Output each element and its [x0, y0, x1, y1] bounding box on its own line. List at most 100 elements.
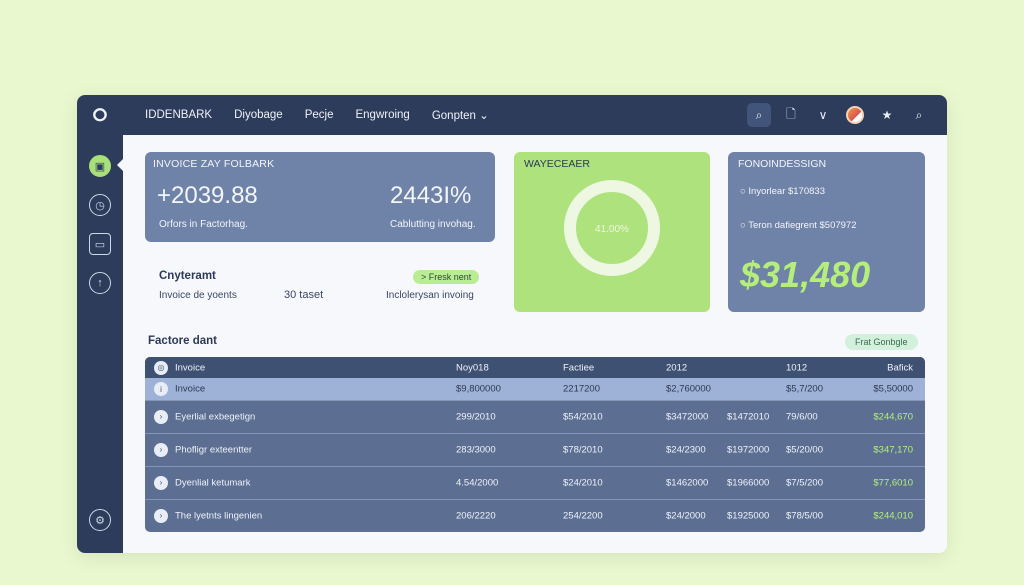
- table-cell: 2217200: [563, 383, 600, 395]
- inbox-icon[interactable]: ▭: [89, 233, 111, 255]
- table-cell: $7/5/200: [786, 477, 823, 488]
- column-header[interactable]: Bafick: [887, 362, 913, 373]
- table-cell: 254/2200: [563, 510, 603, 521]
- chevron-right-icon[interactable]: ›: [154, 508, 168, 523]
- big-value: $31,480: [740, 254, 871, 295]
- table-cell: 283/3000: [456, 444, 496, 455]
- info-strip: Cnyteramt > Fresk nent Invoice de yoents…: [159, 270, 489, 310]
- column-header[interactable]: 2012: [666, 362, 687, 373]
- invoice-table: ◎ Invoice Noy018 Factiee 2012 1012 Bafic…: [145, 357, 925, 532]
- upload-icon[interactable]: ↑: [89, 272, 111, 294]
- table-cell: $24/2000: [666, 510, 706, 521]
- design-row-2: ○ Teron dafiegrent $507972: [740, 220, 857, 231]
- table-cell: $77,6010: [873, 477, 913, 488]
- avatar: [846, 106, 864, 124]
- table-cell: $2,760000: [666, 383, 711, 395]
- invoice-summary-card: INVOICE ZAY FOLBARK +2039.88 2443I% Orfo…: [145, 152, 495, 242]
- top-bar: ⭘ IDDENBARK Diyobage Pecje Engwroing Gon…: [77, 95, 947, 135]
- table-cell: Eyerlial exbegetign: [175, 411, 256, 422]
- donut-label: 41.00%: [595, 224, 629, 235]
- table-row[interactable]: › Dyenlial ketumark 4.54/2000 $24/2010 $…: [145, 466, 925, 498]
- metric-label-2: Cablutting invohag.: [390, 219, 476, 230]
- info-heading: Cnyteramt: [159, 270, 216, 282]
- table-row[interactable]: › Eyerlial exbegetign 299/2010 $54/2010 …: [145, 400, 925, 432]
- table-cell: 79/6/00: [786, 411, 818, 422]
- dashboard-icon[interactable]: ▣: [89, 155, 111, 177]
- design-card: FONOINDESSIGN ○ Inyorlear $170833 ○ Tero…: [728, 152, 925, 312]
- table-cell: $1966000: [727, 477, 770, 488]
- toolbar: ⌕ 🗋 ∨ ★ ⌕: [747, 103, 931, 127]
- card-title: WAYECEAER: [524, 158, 590, 170]
- donut-card: WAYECEAER 41.00%: [514, 152, 710, 312]
- table-row[interactable]: › The lyetnts lingenien 206/2220 254/220…: [145, 499, 925, 531]
- table-cell: 299/2010: [456, 411, 496, 422]
- table-filter-button[interactable]: Frat Gonbgle: [845, 334, 918, 350]
- card-title: FONOINDESSIGN: [738, 158, 827, 170]
- table-cell: $24/2010: [563, 477, 603, 488]
- table-cell: $1472010: [727, 411, 770, 422]
- document-icon[interactable]: 🗋: [779, 103, 803, 127]
- table-cell: $244,670: [873, 411, 913, 422]
- search-icon[interactable]: ⌕: [907, 103, 931, 127]
- table-cell: Phofligr exteentter: [175, 444, 253, 455]
- metric-value-1: +2039.88: [157, 182, 258, 209]
- table-cell: $78/5/00: [786, 510, 823, 521]
- nav-item-brand[interactable]: IDDENBARK: [145, 109, 212, 121]
- metric-value-2: 2443I%: [390, 182, 472, 209]
- info-icon: i: [154, 382, 168, 396]
- table-cell: $5/20/00: [786, 444, 823, 455]
- design-row-2-text: Teron dafiegrent $507972: [748, 220, 857, 231]
- table-cell: $3472000: [666, 411, 709, 422]
- table-cell: $347,170: [873, 444, 913, 455]
- info-col-1: Invoice de yoents: [159, 290, 237, 301]
- nav-item-content-dropdown[interactable]: Gonpten ⌄: [432, 108, 489, 122]
- avatar-button[interactable]: [843, 103, 867, 127]
- table-cell: $9,800000: [456, 383, 501, 395]
- chevron-right-icon[interactable]: ›: [154, 475, 168, 490]
- table-cell: Invoice: [175, 383, 206, 395]
- design-row-1: ○ Inyorlear $170833: [740, 186, 825, 197]
- table-cell: $5,50000: [873, 383, 913, 395]
- column-header[interactable]: Factiee: [563, 362, 594, 373]
- table-cell: 4.54/2000: [456, 477, 499, 488]
- table-cell: $1972000: [727, 444, 770, 455]
- metric-label-1: Orfors in Factorhag.: [159, 219, 248, 230]
- settings-icon[interactable]: ⚙: [89, 509, 111, 531]
- nav-item-engineering[interactable]: Engwroing: [355, 109, 409, 121]
- column-header[interactable]: 1012: [786, 362, 807, 373]
- table-cell: $1925000: [727, 510, 770, 521]
- active-indicator: [117, 159, 123, 171]
- info-col-3: Inclolerysan invoing: [386, 290, 474, 301]
- main-nav: IDDENBARK Diyobage Pecje Engwroing Gonpt…: [145, 95, 489, 135]
- star-icon[interactable]: ★: [875, 103, 899, 127]
- chevron-down-icon[interactable]: ∨: [811, 103, 835, 127]
- table-row-selected[interactable]: i Invoice $9,800000 2217200 $2,760000 $5…: [145, 378, 925, 400]
- search-icon[interactable]: ⌕: [747, 103, 771, 127]
- table-title: Factore dant: [148, 335, 218, 347]
- design-row-1-text: Inyorlear $170833: [748, 186, 825, 197]
- nav-item-homepage[interactable]: Diyobage: [234, 109, 283, 121]
- donut-chart: 41.00%: [564, 180, 660, 276]
- header-select-icon[interactable]: ◎: [154, 360, 168, 375]
- nav-item-page[interactable]: Pecje: [305, 109, 334, 121]
- card-title: INVOICE ZAY FOLBARK: [153, 158, 275, 170]
- table-cell: $5,7/200: [786, 383, 823, 395]
- column-header[interactable]: Invoice: [175, 362, 205, 373]
- table-cell: $24/2300: [666, 444, 706, 455]
- chevron-right-icon[interactable]: ›: [154, 409, 168, 424]
- table-cell: $54/2010: [563, 411, 603, 422]
- app-window: ⭘ IDDENBARK Diyobage Pecje Engwroing Gon…: [77, 95, 947, 553]
- clock-icon[interactable]: ◷: [89, 194, 111, 216]
- table-cell: The lyetnts lingenien: [175, 510, 263, 521]
- app-logo-icon[interactable]: ⭘: [89, 104, 111, 126]
- column-header[interactable]: Noy018: [456, 362, 489, 373]
- sidebar: ▣ ◷ ▭ ↑ ⚙: [77, 135, 123, 553]
- table-cell: $1462000: [666, 477, 709, 488]
- table-cell: Dyenlial ketumark: [175, 477, 251, 488]
- table-row[interactable]: › Phofligr exteentter 283/3000 $78/2010 …: [145, 433, 925, 465]
- fresh-content-badge[interactable]: > Fresk nent: [413, 270, 480, 284]
- chevron-right-icon[interactable]: ›: [154, 442, 168, 457]
- table-cell: $78/2010: [563, 444, 603, 455]
- table-cell: 206/2220: [456, 510, 496, 521]
- table-header-row: ◎ Invoice Noy018 Factiee 2012 1012 Bafic…: [145, 357, 925, 378]
